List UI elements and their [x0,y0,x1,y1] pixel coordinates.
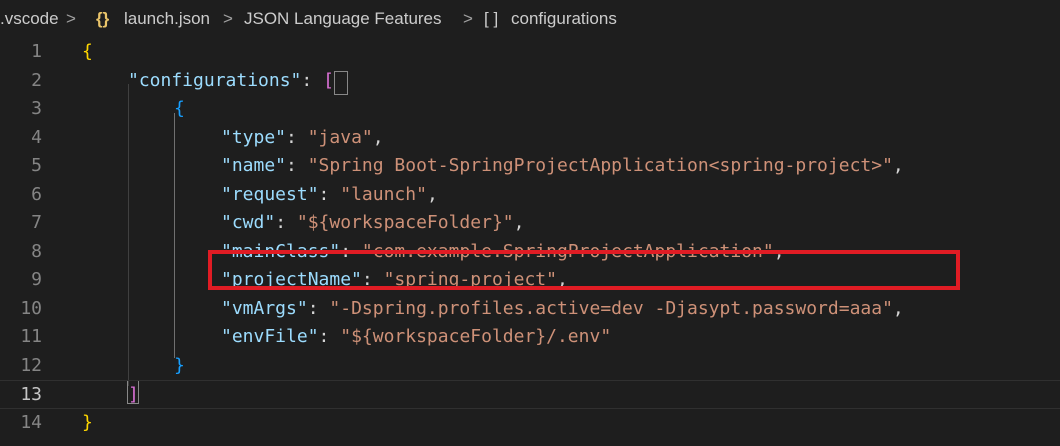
code-line: 3 { [0,95,1060,124]
line-number: 6 [31,183,42,205]
line-number: 3 [31,98,42,119]
code-text: ] [128,384,139,405]
chevron-right-icon: > [463,9,473,28]
breadcrumb: .vscode > {} launch.json > JSON Language… [0,0,1060,38]
code-line-current: 13 ] [0,380,1060,409]
line-number: 7 [31,212,42,233]
line-number: 8 [31,240,42,262]
code-editor[interactable]: 1 { 2 "configurations": [ 3 { 4 "type": … [0,38,1060,446]
code-text: } [82,411,93,433]
code-text: { [82,41,93,62]
line-number: 14 [20,411,42,433]
code-text: "type": "java", [221,126,384,148]
code-line: 10 "vmArgs": "-Dspring.profiles.active=d… [0,295,1060,324]
code-text: "envFile": "${workspaceFolder}/.env" [221,326,612,347]
code-line: 5 "name": "Spring Boot-SpringProjectAppl… [0,152,1060,181]
line-number-active: 13 [20,384,42,405]
array-icon: [ ] [484,9,499,28]
line-number: 2 [31,69,42,91]
line-number: 5 [31,155,42,176]
code-text: "cwd": "${workspaceFolder}", [221,212,525,233]
line-number: 10 [20,297,42,319]
code-text: "name": "Spring Boot-SpringProjectApplic… [221,155,904,176]
code-line: 14 } [0,409,1060,438]
code-line: 4 "type": "java", [0,124,1060,153]
breadcrumb-file[interactable]: launch.json [124,9,210,29]
line-number: 1 [31,41,42,62]
chevron-right-icon: > [223,9,233,28]
line-number: 4 [31,126,42,148]
code-text: "vmArgs": "-Dspring.profiles.active=dev … [221,297,904,319]
code-text: } [174,354,185,376]
code-text: { [174,98,185,119]
code-line: 2 "configurations": [ [0,67,1060,96]
code-line: 1 { [0,38,1060,67]
line-number: 12 [20,354,42,376]
annotation-highlight-box [208,250,960,290]
breadcrumb-node[interactable]: configurations [511,9,617,29]
json-file-icon: {} [96,9,110,28]
code-line: 7 "cwd": "${workspaceFolder}", [0,209,1060,238]
breadcrumb-language[interactable]: JSON Language Features [244,9,442,29]
breadcrumb-folder[interactable]: .vscode [0,9,59,29]
code-text: "configurations": [ [128,69,334,91]
code-line: 6 "request": "launch", [0,181,1060,210]
chevron-right-icon: > [66,9,76,28]
code-line: 11 "envFile": "${workspaceFolder}/.env" [0,323,1060,352]
code-text: "request": "launch", [221,183,438,205]
line-number: 11 [20,326,42,347]
line-number: 9 [31,269,42,290]
code-line: 12 } [0,352,1060,381]
